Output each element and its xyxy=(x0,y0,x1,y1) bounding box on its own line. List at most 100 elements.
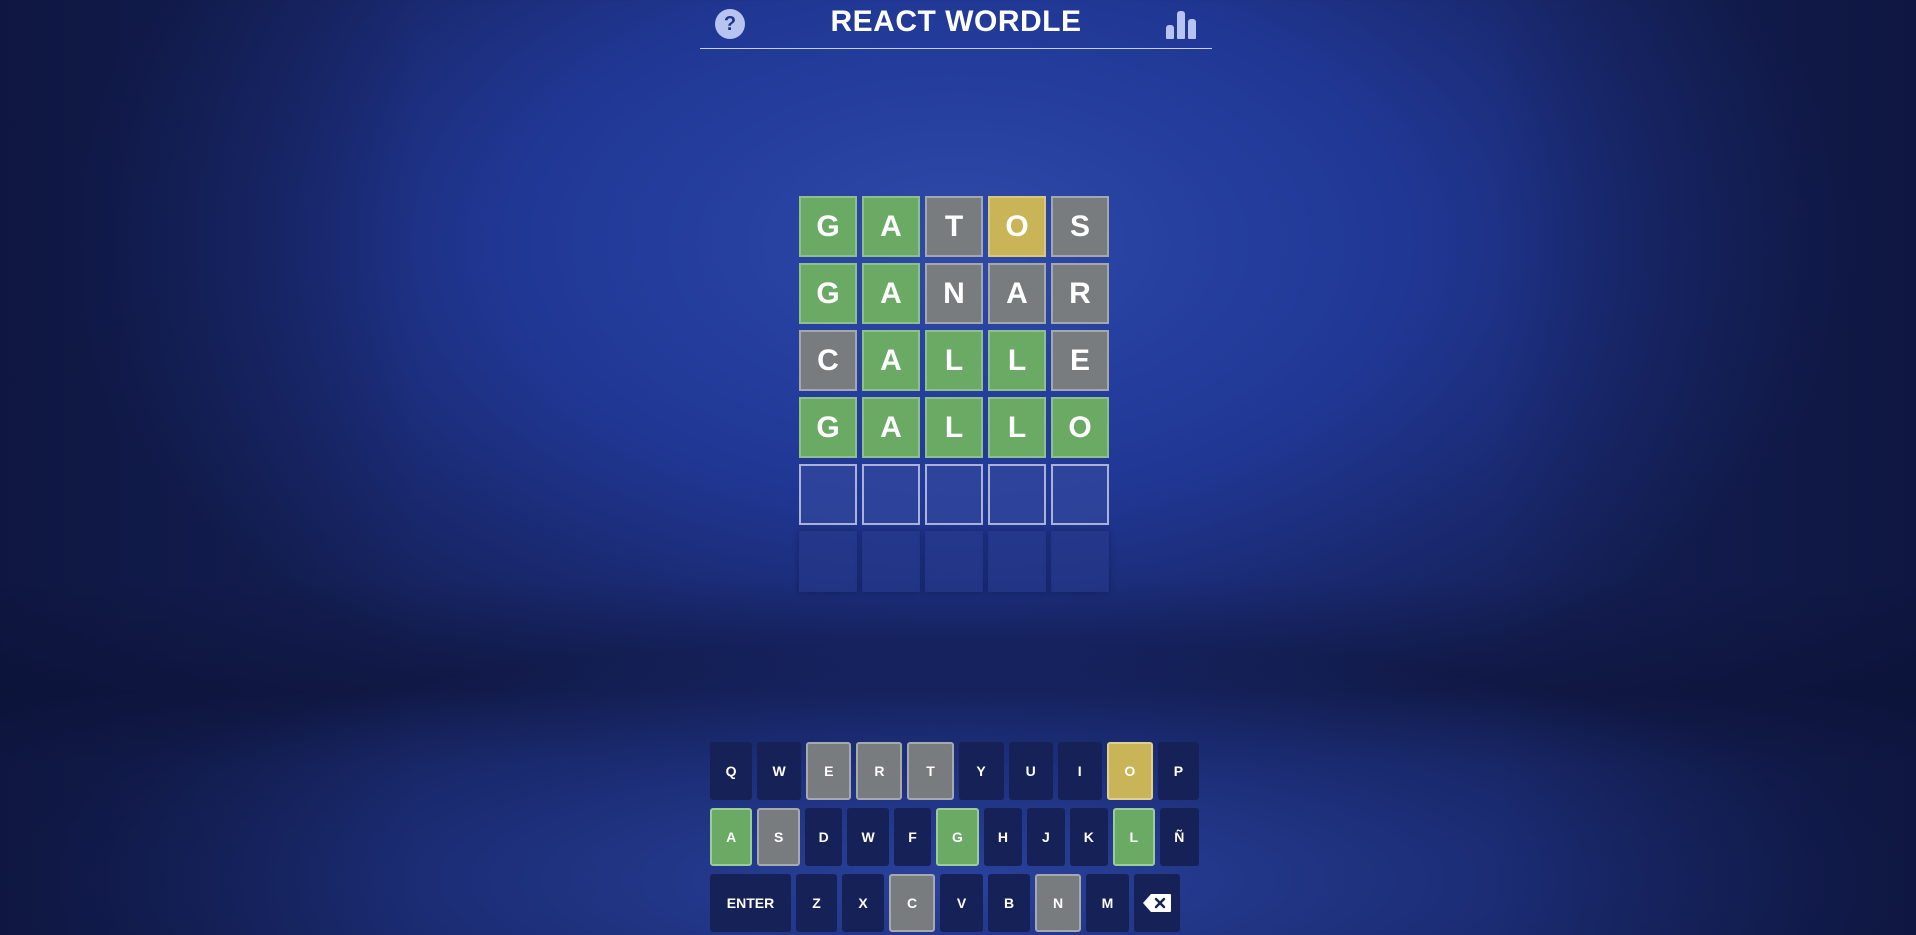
board-tile: L xyxy=(988,397,1046,458)
board-tile: A xyxy=(988,263,1046,324)
key-label: T xyxy=(926,763,935,779)
board-tile: O xyxy=(1051,397,1109,458)
key-label: C xyxy=(906,895,918,911)
board-row: GALLO xyxy=(799,397,1114,460)
key-label: Y xyxy=(976,763,986,779)
board-tile: A xyxy=(862,330,920,391)
page-title: REACT WORDLE xyxy=(830,5,1082,38)
key-g[interactable]: G xyxy=(936,808,979,866)
board-tile xyxy=(799,464,857,525)
board-tile: G xyxy=(799,263,857,324)
key-r[interactable]: R xyxy=(856,742,903,800)
backspace-key[interactable] xyxy=(1134,874,1180,932)
key-u[interactable]: U xyxy=(1008,742,1053,800)
key-label: K xyxy=(1083,829,1094,845)
key-q[interactable]: Q xyxy=(710,742,753,800)
key-ñ[interactable]: Ñ xyxy=(1159,808,1199,866)
board-tile: G xyxy=(799,196,857,257)
board-tile: S xyxy=(1051,196,1109,257)
key-d[interactable]: D xyxy=(804,808,843,866)
key-n[interactable]: N xyxy=(1035,874,1081,932)
board-row: GATOS xyxy=(799,196,1114,259)
board-tile: A xyxy=(862,397,920,458)
key-label: P xyxy=(1173,763,1184,779)
key-i[interactable]: I xyxy=(1057,742,1102,800)
board-tile xyxy=(925,531,983,592)
key-label: W xyxy=(772,763,786,779)
board-tile: L xyxy=(925,330,983,391)
key-k[interactable]: K xyxy=(1069,808,1109,866)
key-label: U xyxy=(1025,763,1036,779)
key-s[interactable]: S xyxy=(757,808,800,866)
key-z[interactable]: Z xyxy=(796,874,837,932)
key-b[interactable]: B xyxy=(988,874,1030,932)
board-row: CALLE xyxy=(799,330,1114,393)
board-tile xyxy=(925,464,983,525)
key-label: H xyxy=(997,829,1008,845)
board-tile xyxy=(799,531,857,592)
board-tile: N xyxy=(925,263,983,324)
key-label: F xyxy=(908,829,917,845)
key-p[interactable]: P xyxy=(1157,742,1199,800)
key-label: S xyxy=(774,829,784,845)
board-tile xyxy=(862,531,920,592)
board-tile xyxy=(862,464,920,525)
board-tile xyxy=(988,531,1046,592)
key-label: L xyxy=(1129,829,1139,845)
key-h[interactable]: H xyxy=(983,808,1023,866)
board-tile: E xyxy=(1051,330,1109,391)
key-label: D xyxy=(818,829,829,845)
board-tile: L xyxy=(988,330,1046,391)
board-row xyxy=(799,531,1114,594)
key-w[interactable]: W xyxy=(847,808,889,866)
key-f[interactable]: F xyxy=(893,808,932,866)
key-label: W xyxy=(861,829,875,845)
key-t[interactable]: T xyxy=(907,742,954,800)
key-label: I xyxy=(1077,763,1082,779)
key-label: Q xyxy=(725,763,737,779)
key-label: X xyxy=(858,895,868,911)
key-label: V xyxy=(956,895,967,911)
key-enter[interactable]: ENTER xyxy=(710,874,791,932)
backspace-icon xyxy=(1143,894,1171,912)
key-label: ENTER xyxy=(726,895,775,911)
board-tile: R xyxy=(1051,263,1109,324)
board-row: GANAR xyxy=(799,263,1114,326)
board-tile: T xyxy=(925,196,983,257)
game-board: GATOSGANARCALLEGALLO xyxy=(799,196,1114,598)
keyboard-row: QWERTYUIOP xyxy=(710,742,1204,800)
board-tile: L xyxy=(925,397,983,458)
board-tile: G xyxy=(799,397,857,458)
key-label: Z xyxy=(812,895,821,911)
keyboard: Q W E R T Y U I O P A S D W F G H J K L Ñ ENTER Z X C V B N M xyxy=(710,742,1204,935)
key-label: B xyxy=(1003,895,1015,911)
key-a[interactable]: A xyxy=(710,808,753,866)
keyboard-row: ENTER Z X C V B N M xyxy=(710,874,1204,932)
key-l[interactable]: L xyxy=(1113,808,1155,866)
board-tile: A xyxy=(862,263,920,324)
board-tile: A xyxy=(862,196,920,257)
key-e[interactable]: E xyxy=(806,742,852,800)
key-w[interactable]: W xyxy=(757,742,802,800)
keyboard-row: ASDWFGHJKLÑ xyxy=(710,808,1204,866)
key-v[interactable]: V xyxy=(940,874,983,932)
board-tile: C xyxy=(799,330,857,391)
key-m[interactable]: M xyxy=(1086,874,1129,932)
board-tile xyxy=(988,464,1046,525)
key-label: O xyxy=(1124,763,1136,779)
board-row xyxy=(799,464,1114,527)
key-c[interactable]: C xyxy=(889,874,935,932)
key-label: Ñ xyxy=(1174,829,1185,845)
key-label: E xyxy=(824,763,834,779)
key-y[interactable]: Y xyxy=(958,742,1004,800)
stats-button[interactable] xyxy=(1166,9,1198,39)
key-o[interactable]: O xyxy=(1106,742,1153,800)
key-label: R xyxy=(874,763,885,779)
key-x[interactable]: X xyxy=(842,874,884,932)
key-label: J xyxy=(1041,829,1050,845)
key-j[interactable]: J xyxy=(1027,808,1065,866)
key-label: M xyxy=(1101,895,1114,911)
board-tile: O xyxy=(988,196,1046,257)
key-label: A xyxy=(726,829,737,845)
board-tile xyxy=(1051,464,1109,525)
